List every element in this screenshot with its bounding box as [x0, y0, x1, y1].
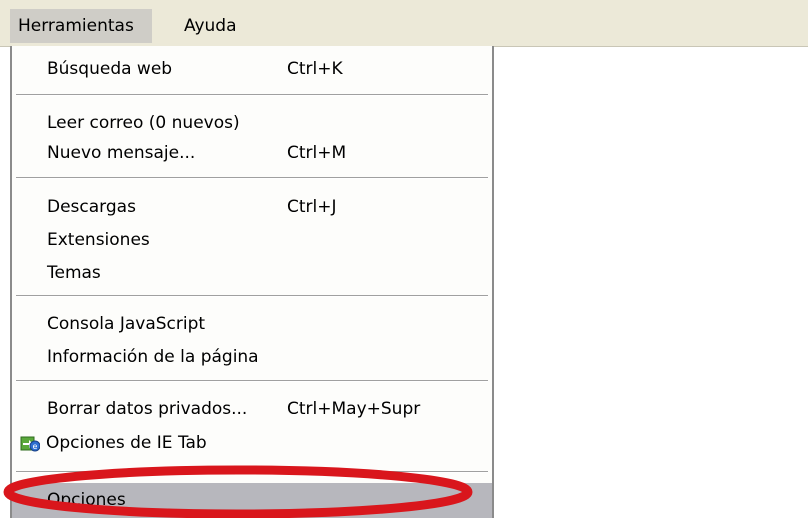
menu-item-label: Consola JavaScript [47, 314, 206, 334]
menu-item-options[interactable]: Opciones [12, 483, 492, 518]
menu-item-label: Extensiones [47, 230, 150, 250]
menu-item-extensions[interactable]: Extensiones [12, 225, 492, 255]
menu-item-label: Opciones [47, 490, 126, 510]
menu-bar: Herramientas Ayuda [0, 0, 808, 47]
menu-item-web-search[interactable]: Búsqueda web Ctrl+K [12, 54, 492, 84]
menu-item-ie-tab-options[interactable]: e Opciones de IE Tab [12, 428, 492, 458]
menu-separator [16, 295, 488, 297]
menu-item-label: Temas [47, 263, 101, 283]
menu-item-themes[interactable]: Temas [12, 258, 492, 288]
menu-item-downloads[interactable]: Descargas Ctrl+J [12, 192, 492, 222]
menu-item-label: Descargas [47, 197, 136, 217]
menu-ayuda[interactable]: Ayuda [176, 9, 245, 43]
menu-item-label: Borrar datos privados... [47, 399, 248, 419]
menu-item-shortcut: Ctrl+May+Supr [287, 399, 421, 419]
menu-item-new-message[interactable]: Nuevo mensaje... Ctrl+M [12, 138, 492, 168]
menu-separator [16, 471, 488, 473]
menu-item-shortcut: Ctrl+M [287, 143, 347, 163]
menu-item-js-console[interactable]: Consola JavaScript [12, 309, 492, 339]
menu-item-shortcut: Ctrl+J [287, 197, 337, 217]
menu-item-clear-private-data[interactable]: Borrar datos privados... Ctrl+May+Supr [12, 394, 492, 424]
menu-separator [16, 94, 488, 96]
menu-item-label: Búsqueda web [47, 59, 173, 79]
menu-separator [16, 177, 488, 179]
menu-item-label: Leer correo (0 nuevos) [47, 113, 240, 133]
tools-dropdown-menu: Búsqueda web Ctrl+K Leer correo (0 nuevo… [10, 46, 494, 518]
menu-herramientas[interactable]: Herramientas [10, 9, 152, 43]
menu-separator [16, 380, 488, 382]
menu-item-shortcut: Ctrl+K [287, 59, 343, 79]
menu-item-page-info[interactable]: Información de la página [12, 342, 492, 372]
menu-item-label: Nuevo mensaje... [47, 143, 196, 163]
menu-item-read-mail[interactable]: Leer correo (0 nuevos) [12, 108, 492, 138]
svg-text:e: e [33, 442, 38, 451]
menu-item-label: Información de la página [47, 347, 259, 367]
ie-tab-icon: e [20, 436, 40, 452]
menu-item-label: Opciones de IE Tab [46, 433, 207, 453]
